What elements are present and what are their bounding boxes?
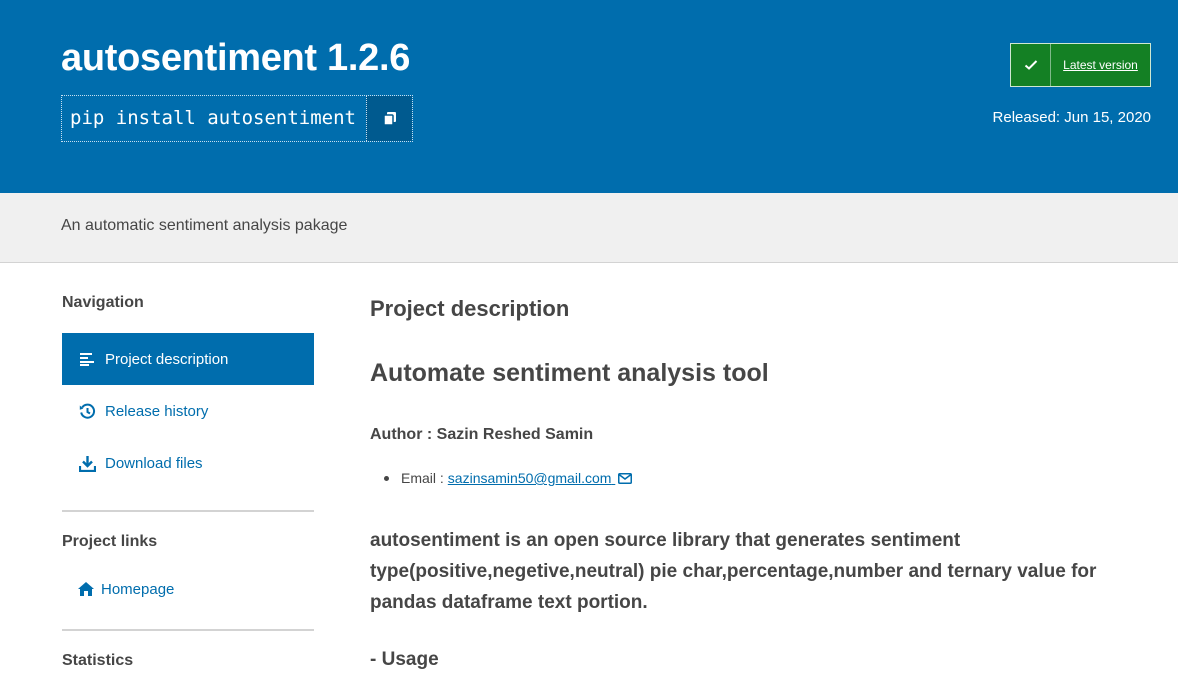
sidebar-divider [62,629,314,631]
sidebar-item-release-history[interactable]: Release history [62,385,314,437]
homepage-link[interactable]: Homepage [62,563,314,615]
email-list-item: Email : sazinsamin50@gmail.com [370,470,633,486]
check-icon [1011,44,1051,86]
envelope-icon [618,473,633,484]
email-link[interactable]: sazinsamin50@gmail.com [448,470,633,486]
sidebar-divider [62,510,314,512]
sidebar-item-label: Project description [105,350,229,368]
download-icon [78,454,96,472]
sidebar-item-download-files[interactable]: Download files [62,437,314,489]
package-summary-bar: An automatic sentiment analysis pakage [0,193,1178,263]
history-icon [78,402,96,420]
package-title: autosentiment 1.2.6 [61,37,411,79]
release-date: Released: Jun 15, 2020 [992,109,1151,126]
home-icon [77,580,95,598]
project-links-heading: Project links [62,533,158,550]
latest-version-label[interactable]: Latest version [1051,44,1150,86]
usage-heading: - Usage [370,649,439,670]
package-summary: An automatic sentiment analysis pakage [61,217,348,234]
pip-command[interactable]: pip install autosentiment [62,96,366,141]
pip-install-box: pip install autosentiment [61,95,413,142]
homepage-label: Homepage [101,580,175,598]
description-heading: Automate sentiment analysis tool [370,359,769,387]
copy-icon [382,111,396,126]
sidebar-item-project-description[interactable]: Project description [62,333,314,385]
latest-version-button[interactable]: Latest version [1010,43,1151,87]
description-paragraph: autosentiment is an open source library … [370,530,1097,613]
statistics-heading: Statistics [62,652,134,669]
align-left-icon [78,350,96,368]
sidebar-item-label: Release history [105,402,209,420]
section-title: Project description [370,296,570,321]
bullet-icon [384,475,389,481]
package-header: autosentiment 1.2.6 pip install autosent… [0,0,1178,193]
email-label: Email : [401,470,444,486]
navigation-heading: Navigation [62,294,144,311]
sidebar-item-label: Download files [105,454,203,472]
author-line: Author : Sazin Reshed Samin [370,426,594,443]
copy-button[interactable] [366,96,412,141]
